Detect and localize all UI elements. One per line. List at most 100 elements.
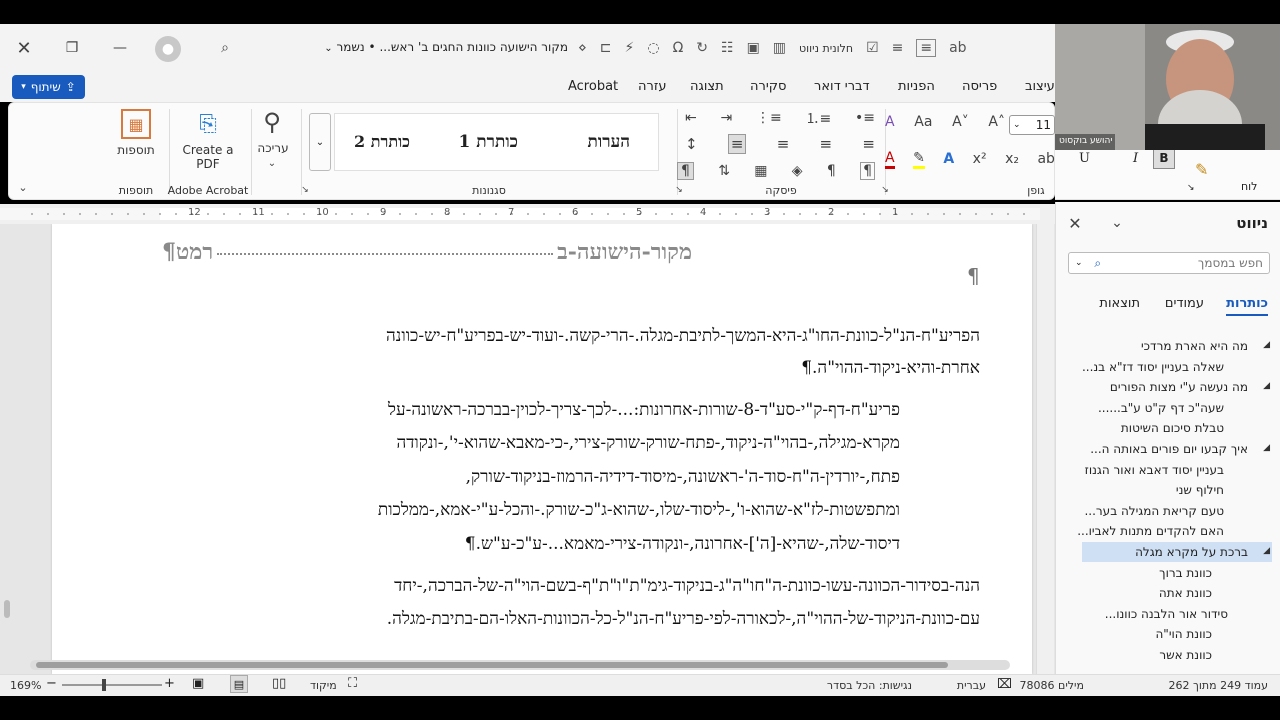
document-line[interactable]: אחרת-והיא-ניקוד-ההוי"ה.¶ — [801, 358, 980, 378]
tab-acrobat[interactable]: Acrobat — [568, 79, 618, 94]
bold-button[interactable]: B — [1153, 147, 1175, 169]
search-options-chevron-icon[interactable]: ⌄ — [1075, 258, 1083, 268]
paragraph-dialog-icon[interactable]: ↘ — [673, 184, 685, 196]
nav-heading-item[interactable]: שעה"כ דף ק"ט ע"ב...... — [1098, 401, 1224, 415]
editing-label[interactable]: עריכה — [253, 141, 293, 155]
line-spacing-icon[interactable]: ↕ — [685, 135, 698, 153]
chevron-down-icon[interactable]: ⌄ — [15, 179, 31, 195]
zoom-slider[interactable] — [62, 679, 162, 691]
style-notes[interactable]: הערות — [588, 132, 630, 152]
collapse-caret-icon[interactable]: ◢ — [1263, 443, 1270, 453]
horizontal-scrollbar[interactable] — [30, 660, 1010, 670]
styles-dialog-icon[interactable]: ↘ — [299, 184, 311, 196]
qat-icon-4[interactable]: ▣ — [747, 40, 760, 56]
nav-search-box[interactable]: ⌕ ⌄ — [1068, 252, 1270, 274]
nav-pane-icon[interactable]: ▥ — [773, 40, 786, 56]
tab-design[interactable]: עיצוב — [1025, 79, 1055, 94]
restore-icon[interactable]: ❐ — [60, 36, 84, 60]
nav-heading-item[interactable]: חילוף שני — [1176, 483, 1224, 497]
close-icon[interactable]: ✕ — [12, 36, 36, 60]
shrink-font-icon[interactable]: A˅ — [952, 114, 969, 130]
align-center-icon[interactable]: ≡ — [820, 135, 833, 153]
nav-heading-item[interactable]: מה נעשה ע"י מצות הפורים — [1110, 380, 1248, 394]
document-line[interactable]: מקרא-מגילה,-בהוי"ה-ניקוד,-פתח-שורק-שורק-… — [396, 433, 900, 453]
minimize-icon[interactable]: — — [108, 36, 132, 60]
nav-heading-item[interactable]: איך קבעו יום פורים באותה ה... — [1090, 442, 1248, 456]
nav-heading-item[interactable]: האם להקדים מתנות לאביו... — [1077, 524, 1224, 538]
nav-heading-item[interactable]: בעניין יסוד דאבא ואור הגנוז — [1085, 463, 1224, 477]
omega-icon[interactable]: Ω — [673, 40, 684, 56]
document-line[interactable]: פריע"ח-דף-ק"י-סע"ד-8-שורות-אחרונות:...-ל… — [388, 400, 900, 420]
search-icon[interactable]: ⌕ — [213, 36, 237, 60]
document-line[interactable]: דיסוד-שלה,-שהיא-[ה']-אחרונה,-ונקודה-צירי… — [465, 534, 900, 554]
clipboard-dialog-icon[interactable]: ↘ — [1187, 183, 1195, 193]
tab-references[interactable]: הפניות — [898, 79, 935, 94]
checkbox-icon[interactable]: ☑ — [866, 40, 879, 56]
nav-heading-item[interactable]: כוונת ברוך — [1159, 566, 1212, 580]
rtl-icon[interactable]: ¶ — [827, 163, 836, 179]
nav-tab-headings[interactable]: כותרות — [1226, 296, 1268, 316]
nav-close-icon[interactable]: ✕ — [1066, 214, 1084, 233]
nav-heading-item[interactable]: שאלה בעניין יסוד דז"א בנ... — [1082, 360, 1224, 374]
collapse-caret-icon[interactable]: ◢ — [1263, 340, 1270, 350]
multilevel-list-icon[interactable]: ⋮≡ — [756, 110, 782, 126]
increase-indent-icon[interactable]: ⇥ — [721, 110, 733, 126]
grow-font-icon[interactable]: A˄ — [988, 114, 1005, 130]
justify-icon[interactable]: ≡ — [727, 134, 747, 154]
clear-format-icon[interactable]: A — [885, 114, 895, 130]
qat-icon-2[interactable]: ⊏ — [600, 40, 612, 56]
highlight-icon[interactable]: ✎ — [913, 150, 925, 169]
avatar[interactable]: ● — [155, 36, 181, 62]
font-size-select[interactable]: ⌄ 11 — [1009, 115, 1055, 135]
status-accessibility[interactable]: נגישות: הכל בסדר — [827, 679, 912, 692]
scrollbar-thumb[interactable] — [36, 662, 948, 668]
collapse-caret-icon[interactable]: ◢ — [1263, 546, 1270, 556]
style-heading-1[interactable]: כותרת 1 — [458, 132, 518, 152]
sort-icon[interactable]: ⇅ — [718, 163, 730, 179]
status-page[interactable]: עמוד 249 מתוך 262 — [1169, 679, 1268, 692]
left-scroll-marker[interactable] — [4, 600, 10, 618]
document-title-bar[interactable]: מקור הישועה כוונות החגים ב' ראש... • נשמ… — [278, 40, 568, 58]
proofing-icon[interactable]: ⌧ — [997, 677, 1012, 692]
justify-icon[interactable]: ≡ — [892, 40, 904, 56]
web-layout-icon[interactable]: ▣ — [192, 676, 204, 691]
qat-icon-1[interactable]: ⋄ — [578, 40, 587, 56]
show-marks-icon[interactable]: ¶ — [677, 162, 694, 180]
format-painter-icon[interactable]: ✎ — [1195, 160, 1208, 179]
document-line[interactable]: עם-כוונת-הניקוד-של-ההוי"ה,-לכאורה-לפי-פר… — [387, 609, 980, 629]
list-icon[interactable]: ☷ — [721, 40, 734, 56]
numbered-list-icon[interactable]: ⒈≡ — [806, 108, 832, 128]
nav-heading-item[interactable]: סידור אור הלבנה כוונו... — [1105, 607, 1228, 621]
shading-icon[interactable]: ◈ — [792, 163, 803, 179]
subscript-icon[interactable]: x₂ — [1005, 151, 1019, 167]
create-pdf-button[interactable]: Create a PDF — [175, 143, 241, 171]
zoom-in-icon[interactable]: + — [164, 676, 175, 691]
decrease-indent-icon[interactable]: ⇤ — [685, 110, 697, 126]
print-layout-icon[interactable]: ▤ — [230, 675, 248, 693]
collapse-caret-icon[interactable]: ◢ — [1263, 381, 1270, 391]
document-line[interactable]: פתח,-יורדין-ה"ח-סוד-ה'-ראשונה,-מיסוד-דיד… — [466, 467, 900, 487]
change-case-icon[interactable]: Aa — [914, 114, 932, 130]
document-line[interactable]: הנה-בסידור-הכוונה-עשו-כוונת-ה"חו"ה"ג-בני… — [394, 576, 980, 596]
find-icon[interactable]: ⚲ — [257, 107, 287, 137]
redo-icon[interactable]: ↻ — [696, 40, 708, 56]
italic-button[interactable]: I — [1133, 151, 1138, 166]
status-words[interactable]: 78086 מילים — [1020, 679, 1084, 692]
style-heading-2[interactable]: כותרת 2 — [354, 132, 410, 152]
superscript-icon[interactable]: x² — [973, 151, 987, 167]
document-line[interactable]: הפריע"ח-הנ"ל-כוונת-החו"ג-היא-המשך-לתיבת-… — [386, 326, 980, 346]
align-icon[interactable]: ≡ — [916, 39, 937, 57]
nav-heading-item[interactable]: כוונת אתה — [1159, 586, 1212, 600]
zoom-slider-thumb[interactable] — [102, 679, 106, 691]
ltr-icon[interactable]: ¶ — [860, 162, 875, 180]
styles-more-button[interactable]: ⌄ — [309, 113, 331, 171]
nav-heading-item[interactable]: טבלת סיכום השיטות — [1121, 421, 1224, 435]
addins-label[interactable]: תוספות — [109, 143, 163, 157]
nav-heading-item[interactable]: ברכת על מקרא מגלה — [1135, 545, 1248, 559]
status-language[interactable]: עברית — [957, 679, 986, 692]
status-focus[interactable]: מיקוד — [310, 679, 337, 692]
underline-button[interactable]: U — [1079, 151, 1090, 166]
text-effects-icon[interactable]: A — [943, 151, 954, 167]
editing-chevron-icon[interactable]: ⌄ — [265, 157, 279, 169]
lightbulb-icon[interactable]: ◌ — [647, 40, 659, 56]
